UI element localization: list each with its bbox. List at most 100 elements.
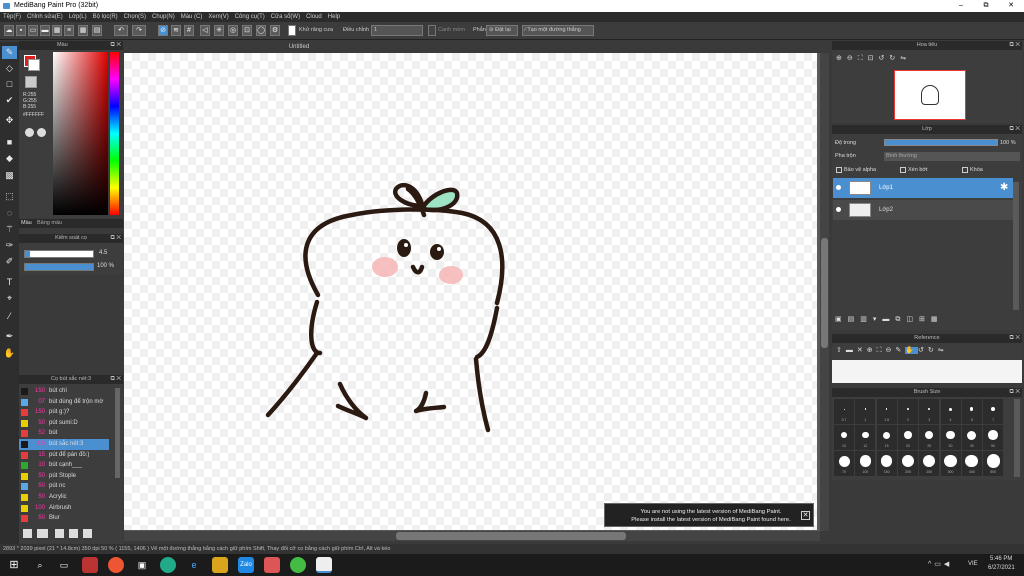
brush-size-scrollbar[interactable] bbox=[1014, 399, 1020, 477]
hand-tool-icon[interactable]: ✋ bbox=[2, 347, 17, 360]
brush-list-item[interactable]: 50 Blur bbox=[19, 513, 109, 524]
brush-size-cell[interactable]: 30 bbox=[940, 425, 961, 450]
panel-close-icon[interactable]: ⧉ ✕ bbox=[1009, 334, 1020, 343]
tab-color[interactable]: Màu bbox=[21, 220, 32, 226]
grid-icon[interactable]: ▦ bbox=[52, 25, 62, 36]
ref-fit-icon[interactable]: ⛶ bbox=[877, 347, 886, 354]
brush-size-cell[interactable]: 2 bbox=[897, 399, 918, 424]
medibang-icon[interactable] bbox=[316, 557, 332, 573]
menu-help[interactable]: Help bbox=[325, 12, 343, 22]
brush-list-item[interactable]: 150 bút chì bbox=[19, 386, 109, 397]
layers-scrollbar[interactable] bbox=[1013, 182, 1019, 310]
brush-add-icon[interactable] bbox=[23, 529, 32, 538]
operation-tool-icon[interactable]: ⌖ bbox=[2, 292, 17, 305]
clip-checkbox[interactable] bbox=[900, 167, 906, 173]
brush-list-item[interactable]: 50 pút Stople bbox=[19, 471, 109, 482]
line-tool-button[interactable]: ⁄ Tạo một đường thẳng bbox=[522, 25, 594, 36]
brush-size-cell[interactable]: 1.5 bbox=[876, 399, 897, 424]
document-icon[interactable]: ▤ bbox=[92, 25, 102, 36]
app-red-icon[interactable] bbox=[82, 557, 98, 573]
brush-size-cell[interactable]: 10 bbox=[834, 425, 854, 450]
volume-icon[interactable]: ◀ bbox=[944, 561, 952, 568]
brush-list-item[interactable]: 07 bút dùng để trộn mờ bbox=[19, 397, 109, 408]
document-tab[interactable]: Untitled bbox=[124, 41, 474, 53]
list-icon[interactable]: ≡ bbox=[64, 25, 74, 36]
text-tool-icon[interactable]: T bbox=[2, 276, 17, 289]
canvas-horizontal-scrollbar[interactable] bbox=[124, 531, 820, 541]
fill-rect-tool-icon[interactable]: ■ bbox=[2, 136, 17, 149]
store-icon[interactable]: ▣ bbox=[134, 557, 150, 573]
panel-close-icon[interactable]: ⧉ ✕ bbox=[1009, 125, 1020, 134]
zoom-in-icon[interactable]: ⊕ bbox=[836, 55, 847, 62]
brush-size-cell[interactable]: 4 bbox=[940, 399, 961, 424]
lasso-tool-icon[interactable]: ◌ bbox=[2, 207, 17, 220]
brush-size-cell[interactable]: 15 bbox=[876, 425, 897, 450]
adjust-select[interactable]: 1 bbox=[371, 25, 423, 36]
layer-row-1[interactable]: Lớp1 ✱ bbox=[833, 178, 1013, 198]
layer-settings2-icon[interactable]: ⊞ bbox=[919, 316, 931, 323]
ref-rotate-right-icon[interactable]: ↻ bbox=[928, 347, 938, 354]
layer-row-2[interactable]: Lớp2 bbox=[833, 200, 1013, 220]
ref-hand-icon[interactable]: ✋ bbox=[905, 347, 918, 354]
snap-circle-icon[interactable]: ◎ bbox=[228, 25, 238, 36]
flip-icon[interactable]: ⇋ bbox=[900, 55, 911, 62]
transparent-swatch[interactable] bbox=[25, 76, 37, 88]
brush-size-slider[interactable] bbox=[24, 250, 94, 258]
brush-size-cell[interactable]: 20 bbox=[897, 425, 918, 450]
brush-size-cell[interactable]: 500 bbox=[983, 451, 1004, 476]
brush-list-item[interactable]: 15 pút để pán đồ:) bbox=[19, 450, 109, 461]
dropper-tool-icon[interactable]: ✒ bbox=[2, 330, 17, 343]
ref-zoom-out-icon[interactable]: ⊖ bbox=[886, 347, 896, 354]
minimize-button[interactable]: – bbox=[950, 0, 972, 12]
ref-close-icon[interactable]: ✕ bbox=[857, 347, 867, 354]
brush-copy-icon[interactable] bbox=[55, 529, 64, 538]
actual-size-icon[interactable]: ⊡ bbox=[868, 55, 879, 62]
app-green-icon[interactable] bbox=[290, 557, 306, 573]
language-indicator[interactable]: VIE bbox=[968, 561, 978, 567]
grid2-icon[interactable]: ▦ bbox=[78, 25, 88, 36]
brush-list-item[interactable]: 52 bút bbox=[19, 428, 109, 439]
select-tool-icon[interactable]: ✔ bbox=[2, 94, 17, 107]
color-settings-icon[interactable] bbox=[37, 128, 46, 137]
canvas-vertical-scrollbar[interactable] bbox=[820, 53, 829, 531]
clock-date[interactable]: 6/27/2021 bbox=[988, 565, 1015, 571]
ie-icon[interactable]: e bbox=[186, 557, 202, 573]
brush-size-cell[interactable]: 5 bbox=[961, 399, 982, 424]
panel-close-icon[interactable]: ⧉ ✕ bbox=[110, 41, 121, 50]
navigator-preview[interactable] bbox=[894, 70, 966, 120]
undo-icon[interactable]: ↶ bbox=[114, 25, 128, 36]
menu-layer[interactable]: Lớp(L) bbox=[66, 12, 90, 22]
snap-curve-icon[interactable]: ⊡ bbox=[242, 25, 252, 36]
layer-visibility-icon[interactable] bbox=[836, 185, 841, 190]
brush-size-cell[interactable]: 0.7 bbox=[834, 399, 854, 424]
close-button[interactable]: ✕ bbox=[1000, 0, 1022, 12]
menu-capture[interactable]: Chụp(N) bbox=[149, 12, 178, 22]
brush-list-item[interactable]: 100 Airbrush bbox=[19, 503, 109, 514]
layer-opacity-slider[interactable] bbox=[884, 139, 998, 146]
brush-size-cell[interactable]: 400 bbox=[961, 451, 982, 476]
eyedropper-tool-icon[interactable]: ⁄ bbox=[2, 310, 17, 323]
clock-time[interactable]: 5:46 PM bbox=[990, 556, 1012, 562]
layer-menu-icon[interactable]: ▾ bbox=[873, 316, 883, 323]
snap-perspective-icon[interactable]: ◁ bbox=[200, 25, 210, 36]
menu-edit[interactable]: Chỉnh sửa(E) bbox=[24, 12, 66, 22]
brush-list-item[interactable]: 50 pút nc bbox=[19, 481, 109, 492]
brush-size-cell[interactable]: 70 bbox=[834, 451, 854, 476]
panel-close-icon[interactable]: ⧉ ✕ bbox=[110, 234, 121, 243]
eraser-tool-icon[interactable]: ◇ bbox=[2, 62, 17, 75]
brush-size-cell[interactable]: 100 bbox=[855, 451, 876, 476]
move-tool-icon[interactable]: ✥ bbox=[2, 114, 17, 127]
task-view-icon[interactable]: ▭ bbox=[56, 557, 72, 573]
snap-checkbox[interactable] bbox=[428, 25, 436, 36]
drawing-canvas[interactable] bbox=[124, 53, 817, 530]
brush-delete-icon[interactable] bbox=[83, 529, 92, 538]
rectangle-tool-icon[interactable]: □ bbox=[2, 78, 17, 91]
select-pen-tool-icon[interactable]: ✑ bbox=[2, 239, 17, 252]
snap-settings-icon[interactable]: ⚙ bbox=[270, 25, 280, 36]
marquee-tool-icon[interactable]: ⬚ bbox=[2, 190, 17, 203]
brush-list-item[interactable]: 10 bút cạnh___ bbox=[19, 460, 109, 471]
menu-tools[interactable]: Công cụ(T) bbox=[232, 12, 268, 22]
cloud-icon[interactable]: ☁ bbox=[4, 25, 14, 36]
background-color-swatch[interactable] bbox=[28, 59, 40, 71]
brush-folder-icon[interactable] bbox=[69, 529, 78, 538]
